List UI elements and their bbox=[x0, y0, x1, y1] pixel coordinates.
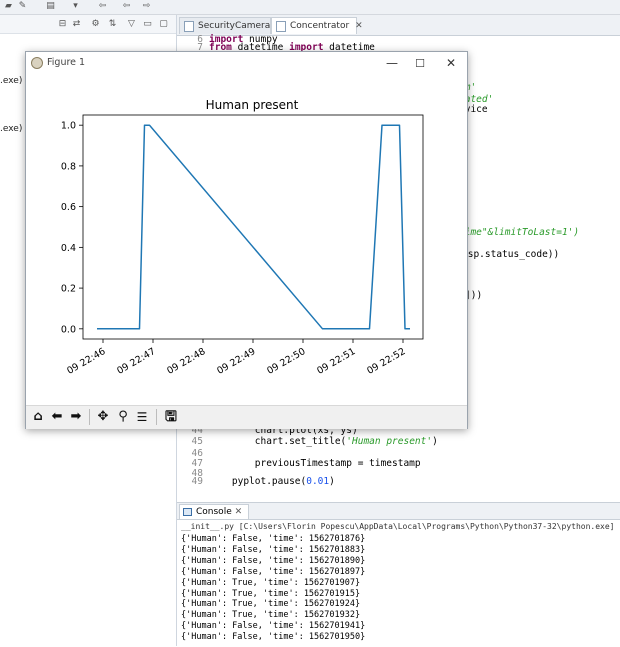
matplotlib-icon bbox=[31, 57, 43, 69]
back-nav-icon[interactable]: ⇦ bbox=[121, 1, 132, 12]
chart-title: Human present bbox=[206, 98, 299, 112]
console-line: {'Human': True, 'time': 1562701907} bbox=[181, 578, 361, 588]
tab-console[interactable]: Console ✕ bbox=[179, 504, 250, 519]
back-icon[interactable]: ⇦ bbox=[97, 1, 108, 12]
minimize-icon[interactable]: ▭ bbox=[142, 19, 153, 30]
zoom-icon[interactable]: ⚲ bbox=[114, 408, 132, 426]
console-line: {'Human': False, 'time': 1562701950} bbox=[181, 632, 366, 642]
toolbar-separator bbox=[89, 409, 90, 425]
console-line: {'Human': True, 'time': 1562701932} bbox=[181, 610, 361, 620]
forward-arrow-icon[interactable]: ➡ bbox=[67, 408, 85, 426]
configure-subplots-icon[interactable]: ☰ bbox=[133, 408, 151, 426]
folder-icon[interactable]: ▰ bbox=[3, 1, 14, 12]
panel-toolbar: ⊟ ⇄ ⚙ ⇅ ▽ ▭ ▢ bbox=[0, 15, 176, 34]
forward-nav-icon[interactable]: ⇨ bbox=[141, 1, 152, 12]
close-icon[interactable]: ✕ bbox=[235, 507, 243, 517]
x-tick-label: 09 22:52 bbox=[365, 346, 407, 377]
x-tick-label: 09 22:49 bbox=[215, 346, 257, 377]
plot-toolbar: ⌂ ⬅ ➡ ✥ ⚲ ☰ 🖫 bbox=[26, 405, 467, 429]
console-header: Console ✕ bbox=[177, 503, 620, 520]
y-tick-label: 0.4 bbox=[61, 243, 76, 254]
x-tick-label: 09 22:47 bbox=[115, 346, 157, 377]
plot-frame bbox=[82, 114, 424, 340]
y-tick-label: 0.6 bbox=[61, 202, 76, 213]
main-toolbar: ▰ ✎ ▤ ▾ ⇦ ⇦ ⇨ bbox=[0, 0, 620, 15]
code-fragment: time"&limitToLast=1') bbox=[459, 227, 580, 238]
edit-icon[interactable]: ✎ bbox=[17, 1, 28, 12]
figure-canvas[interactable]: Human present 0.0 0.2 0.4 0.6 0.8 1.0 09 22:4… bbox=[26, 75, 467, 405]
editor-tabs: SecurityCamera Concentrator ✕ bbox=[177, 15, 620, 36]
code-fragment: esp.status_code)) bbox=[462, 249, 560, 260]
console-icon bbox=[183, 508, 192, 516]
python-file-icon bbox=[184, 21, 194, 32]
x-tick-label: 09 22:50 bbox=[265, 346, 307, 377]
tab-label: SecurityCamera bbox=[198, 21, 271, 31]
close-icon[interactable]: ✕ bbox=[355, 21, 363, 31]
tree-item[interactable]: .exe) bbox=[0, 124, 22, 134]
console-view: Console ✕ __init__.py [C:\Users\Florin P… bbox=[177, 502, 620, 647]
tab-security-camera[interactable]: SecurityCamera bbox=[179, 17, 271, 34]
console-line: {'Human': False, 'time': 1562701890} bbox=[181, 556, 366, 566]
maximize-icon[interactable]: ▢ bbox=[158, 19, 169, 30]
y-tick-label: 1.0 bbox=[61, 121, 76, 132]
view-menu-icon[interactable]: ▽ bbox=[126, 19, 137, 30]
x-tick-label: 09 22:51 bbox=[315, 346, 357, 377]
console-process-header: __init__.py [C:\Users\Florin Popescu\App… bbox=[181, 522, 615, 531]
tab-concentrator[interactable]: Concentrator ✕ bbox=[271, 17, 363, 34]
figure-window[interactable]: Figure 1 — ☐ ✕ Human present 0.0 0.2 0.4 0.… bbox=[25, 51, 468, 429]
collapse-icon[interactable]: ⊟ bbox=[57, 19, 68, 30]
console-line: {'Human': False, 'time': 1562701897} bbox=[181, 567, 366, 577]
console-line: {'Human': True, 'time': 1562701924} bbox=[181, 599, 361, 609]
save-icon[interactable]: 🖫 bbox=[162, 408, 180, 426]
y-tick-label: 0.8 bbox=[61, 161, 76, 172]
console-tab-label: Console bbox=[196, 507, 232, 517]
tab-label: Concentrator bbox=[290, 21, 350, 31]
code-line: 49 pyplot.pause(0.01) bbox=[191, 476, 335, 487]
console-line: {'Human': False, 'time': 1562701876} bbox=[181, 534, 366, 544]
figure-titlebar[interactable]: Figure 1 — ☐ ✕ bbox=[26, 52, 467, 75]
home-icon[interactable]: ⌂ bbox=[29, 408, 47, 426]
toolbar-separator bbox=[156, 409, 157, 425]
pan-icon[interactable]: ✥ bbox=[94, 408, 112, 426]
sort-icon[interactable]: ⇅ bbox=[107, 19, 118, 30]
close-button[interactable]: ✕ bbox=[440, 54, 462, 73]
filter-icon[interactable]: ⚙ bbox=[90, 19, 101, 30]
console-line: {'Human': False, 'time': 1562701883} bbox=[181, 545, 366, 555]
x-tick-label: 09 22:48 bbox=[165, 346, 207, 377]
code-line: 45 chart.set_title('Human present') bbox=[191, 436, 438, 447]
minimize-button[interactable]: — bbox=[381, 54, 403, 73]
back-arrow-icon[interactable]: ⬅ bbox=[48, 408, 66, 426]
line-chart: Human present 0.0 0.2 0.4 0.6 0.8 1.0 09 22:4… bbox=[61, 98, 424, 377]
build-icon[interactable]: ▤ bbox=[45, 1, 56, 12]
window-title: Figure 1 bbox=[47, 57, 86, 68]
series-line bbox=[97, 124, 410, 330]
y-tick-label: 0.2 bbox=[61, 284, 76, 295]
tree-item[interactable]: .exe) bbox=[0, 76, 22, 86]
y-tick-label: 0.0 bbox=[61, 324, 76, 335]
maximize-button[interactable]: ☐ bbox=[409, 54, 431, 73]
run-icon[interactable]: ▾ bbox=[70, 1, 81, 12]
console-line: {'Human': False, 'time': 1562701941} bbox=[181, 621, 366, 631]
code-line: 47 previousTimestamp = timestamp bbox=[191, 458, 421, 469]
link-icon[interactable]: ⇄ bbox=[71, 19, 82, 30]
x-tick-label: 09 22:46 bbox=[65, 346, 107, 377]
python-file-icon bbox=[276, 21, 286, 32]
